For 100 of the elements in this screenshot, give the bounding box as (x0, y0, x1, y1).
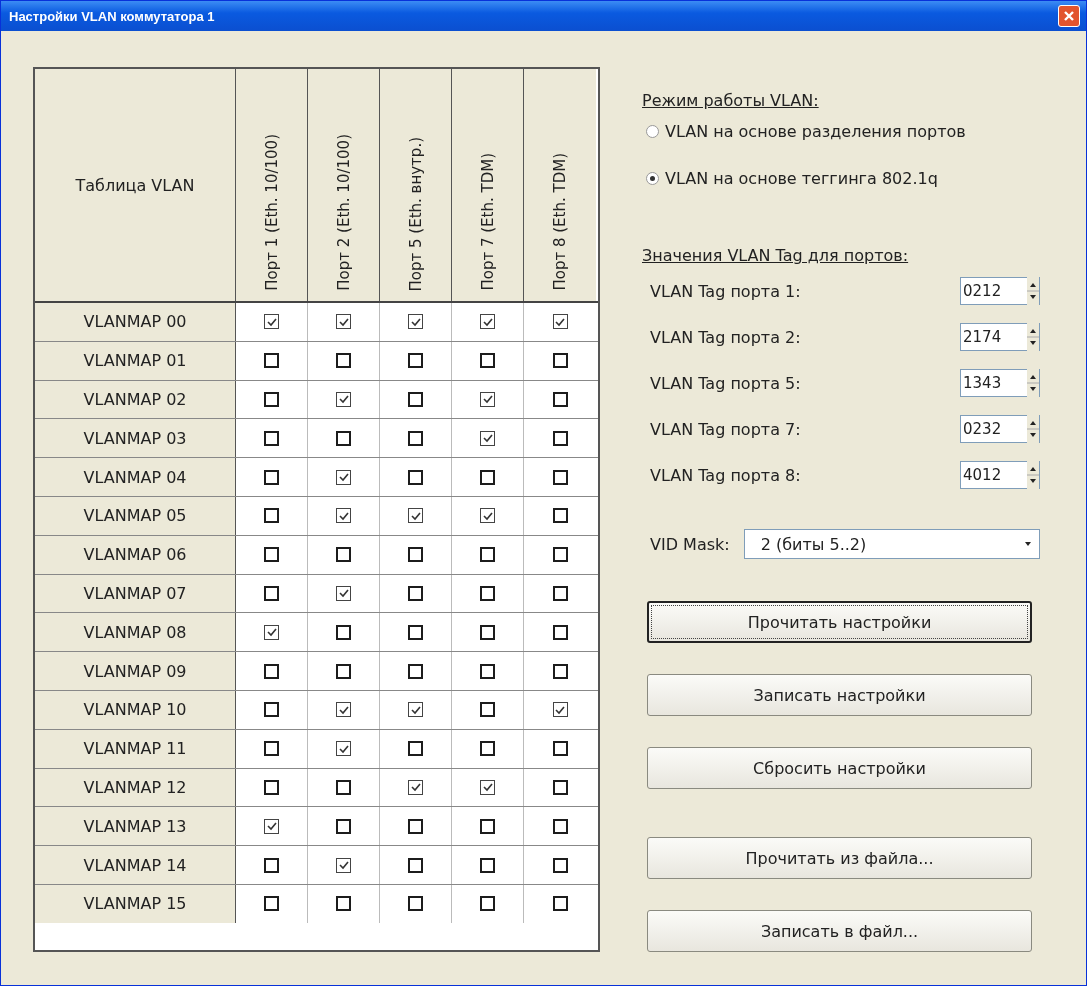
checkbox[interactable] (336, 585, 351, 601)
checkbox[interactable] (408, 392, 423, 407)
checkbox[interactable] (264, 508, 279, 524)
checkbox[interactable] (264, 741, 279, 757)
checkbox[interactable] (408, 741, 423, 757)
radio-option[interactable]: VLAN на основе разделения портов (646, 122, 1042, 141)
checkbox[interactable] (408, 353, 423, 369)
checkbox[interactable] (408, 547, 423, 563)
checkbox[interactable] (408, 624, 423, 640)
checkbox[interactable] (264, 547, 279, 563)
checkbox[interactable] (264, 663, 279, 679)
checkbox[interactable] (264, 818, 279, 834)
checkbox[interactable] (408, 430, 423, 446)
checkbox[interactable] (336, 702, 351, 718)
checkbox[interactable] (480, 663, 495, 679)
checkbox[interactable] (552, 430, 568, 446)
checkbox[interactable] (480, 779, 495, 795)
action-button[interactable]: Записать настройки (647, 674, 1032, 716)
checkbox[interactable] (336, 857, 351, 873)
checkbox[interactable] (480, 430, 495, 446)
checkbox[interactable] (480, 702, 495, 718)
checkbox[interactable] (480, 896, 495, 912)
checkbox[interactable] (480, 508, 495, 524)
checkbox[interactable] (552, 585, 568, 601)
checkbox[interactable] (552, 741, 568, 757)
checkbox[interactable] (336, 547, 351, 563)
checkbox[interactable] (336, 430, 351, 446)
checkbox[interactable] (408, 857, 423, 873)
row-header: VLANMAP 02 (35, 380, 236, 419)
checkbox[interactable] (264, 779, 279, 795)
spin-field[interactable]: 1343 (960, 369, 1040, 397)
checkbox[interactable] (480, 585, 495, 601)
checkbox[interactable] (336, 314, 351, 330)
checkbox[interactable] (408, 314, 423, 330)
checkbox[interactable] (336, 896, 351, 912)
checkbox[interactable] (264, 857, 279, 873)
checkbox[interactable] (552, 624, 568, 640)
action-button[interactable]: Сбросить настройки (647, 747, 1032, 789)
checkbox[interactable] (480, 857, 495, 873)
checkbox[interactable] (480, 624, 495, 640)
checkbox[interactable] (264, 430, 279, 446)
checkbox[interactable] (408, 663, 423, 679)
checkbox[interactable] (552, 818, 568, 834)
checkbox[interactable] (552, 857, 568, 873)
checkbox[interactable] (408, 585, 423, 601)
checkbox[interactable] (552, 547, 568, 563)
checkbox[interactable] (552, 469, 568, 485)
checkbox[interactable] (336, 469, 351, 485)
action-button[interactable]: Записать в файл... (647, 910, 1032, 952)
checkbox[interactable] (552, 353, 568, 369)
checkbox[interactable] (264, 624, 279, 640)
spin-field[interactable]: 2174 (960, 323, 1040, 351)
action-button[interactable]: Прочитать из файла... (647, 837, 1032, 879)
dropdown[interactable]: 2 (биты 5..2) (743, 529, 1040, 559)
checkbox[interactable] (336, 392, 351, 407)
checkbox[interactable] (336, 741, 351, 757)
checkbox[interactable] (264, 353, 279, 369)
radio-button[interactable] (646, 172, 659, 185)
row-header: VLANMAP 15 (35, 884, 236, 923)
checkbox[interactable] (552, 663, 568, 679)
checkbox[interactable] (264, 896, 279, 912)
checkbox[interactable] (480, 469, 495, 485)
spin-field[interactable]: 4012 (960, 461, 1040, 489)
checkbox[interactable] (408, 702, 423, 718)
close-button[interactable] (1058, 5, 1080, 27)
checkbox[interactable] (336, 779, 351, 795)
action-button[interactable]: Прочитать настройки (647, 601, 1032, 643)
checkbox[interactable] (408, 818, 423, 834)
checkbox[interactable] (264, 585, 279, 601)
radio-button[interactable] (646, 125, 659, 138)
checkbox[interactable] (480, 818, 495, 834)
checkbox[interactable] (264, 469, 279, 485)
checkbox[interactable] (408, 508, 423, 524)
checkbox[interactable] (480, 741, 495, 757)
checkbox[interactable] (408, 779, 423, 795)
checkbox[interactable] (552, 702, 568, 718)
checkbox[interactable] (480, 392, 495, 407)
checkbox[interactable] (408, 896, 423, 912)
checkbox[interactable] (552, 779, 568, 795)
checkbox[interactable] (336, 353, 351, 369)
checkbox[interactable] (480, 353, 495, 369)
checkbox[interactable] (336, 663, 351, 679)
row-header: VLANMAP 13 (35, 807, 236, 846)
checkbox[interactable] (408, 469, 423, 485)
checkbox[interactable] (552, 314, 568, 330)
checkbox[interactable] (336, 818, 351, 834)
checkbox[interactable] (336, 508, 351, 524)
spin-field[interactable]: 0212 (960, 277, 1040, 305)
checkbox[interactable] (264, 702, 279, 718)
checkbox[interactable] (264, 392, 279, 407)
checkbox[interactable] (336, 624, 351, 640)
radio-option[interactable]: VLAN на основе теггинга 802.1q (646, 169, 1042, 188)
spin-field[interactable]: 0232 (960, 415, 1040, 443)
checkbox[interactable] (552, 392, 568, 407)
checkbox[interactable] (480, 547, 495, 563)
checkbox[interactable] (552, 508, 568, 524)
checkbox[interactable] (264, 314, 279, 330)
checkbox[interactable] (552, 896, 568, 912)
row-header: VLANMAP 06 (35, 535, 236, 574)
checkbox[interactable] (480, 314, 495, 330)
